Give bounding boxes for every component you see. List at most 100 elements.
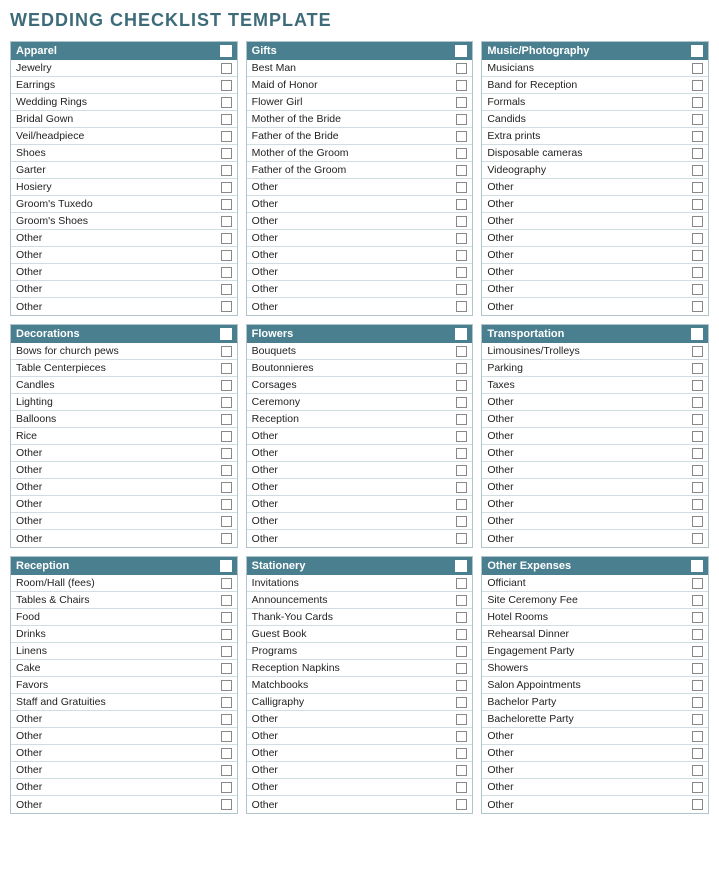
- item-checkbox[interactable]: [692, 680, 703, 691]
- item-checkbox[interactable]: [456, 165, 467, 176]
- item-checkbox[interactable]: [456, 612, 467, 623]
- item-checkbox[interactable]: [456, 267, 467, 278]
- item-checkbox[interactable]: [692, 499, 703, 510]
- item-checkbox[interactable]: [456, 646, 467, 657]
- item-checkbox[interactable]: [456, 182, 467, 193]
- item-checkbox[interactable]: [456, 663, 467, 674]
- item-checkbox[interactable]: [221, 63, 232, 74]
- section-checkbox-stationery[interactable]: [455, 560, 467, 572]
- item-checkbox[interactable]: [692, 731, 703, 742]
- item-checkbox[interactable]: [221, 714, 232, 725]
- item-checkbox[interactable]: [456, 414, 467, 425]
- item-checkbox[interactable]: [221, 131, 232, 142]
- item-checkbox[interactable]: [456, 465, 467, 476]
- item-checkbox[interactable]: [221, 148, 232, 159]
- item-checkbox[interactable]: [456, 731, 467, 742]
- item-checkbox[interactable]: [456, 578, 467, 589]
- item-checkbox[interactable]: [692, 765, 703, 776]
- item-checkbox[interactable]: [692, 346, 703, 357]
- item-checkbox[interactable]: [692, 595, 703, 606]
- item-checkbox[interactable]: [221, 578, 232, 589]
- item-checkbox[interactable]: [456, 131, 467, 142]
- item-checkbox[interactable]: [221, 448, 232, 459]
- item-checkbox[interactable]: [456, 284, 467, 295]
- item-checkbox[interactable]: [221, 646, 232, 657]
- section-checkbox-reception[interactable]: [220, 560, 232, 572]
- item-checkbox[interactable]: [456, 595, 467, 606]
- item-checkbox[interactable]: [221, 765, 232, 776]
- section-checkbox-apparel[interactable]: [220, 45, 232, 57]
- item-checkbox[interactable]: [221, 301, 232, 312]
- item-checkbox[interactable]: [221, 499, 232, 510]
- item-checkbox[interactable]: [456, 748, 467, 759]
- item-checkbox[interactable]: [456, 199, 467, 210]
- item-checkbox[interactable]: [692, 448, 703, 459]
- item-checkbox[interactable]: [692, 63, 703, 74]
- item-checkbox[interactable]: [456, 63, 467, 74]
- section-checkbox-gifts[interactable]: [455, 45, 467, 57]
- item-checkbox[interactable]: [221, 114, 232, 125]
- item-checkbox[interactable]: [456, 380, 467, 391]
- item-checkbox[interactable]: [456, 697, 467, 708]
- section-checkbox-flowers[interactable]: [455, 328, 467, 340]
- item-checkbox[interactable]: [456, 97, 467, 108]
- item-checkbox[interactable]: [221, 697, 232, 708]
- item-checkbox[interactable]: [692, 799, 703, 810]
- item-checkbox[interactable]: [456, 80, 467, 91]
- item-checkbox[interactable]: [221, 284, 232, 295]
- item-checkbox[interactable]: [456, 301, 467, 312]
- item-checkbox[interactable]: [692, 131, 703, 142]
- item-checkbox[interactable]: [221, 233, 232, 244]
- item-checkbox[interactable]: [692, 301, 703, 312]
- item-checkbox[interactable]: [221, 346, 232, 357]
- item-checkbox[interactable]: [456, 714, 467, 725]
- item-checkbox[interactable]: [456, 233, 467, 244]
- item-checkbox[interactable]: [221, 748, 232, 759]
- item-checkbox[interactable]: [692, 482, 703, 493]
- item-checkbox[interactable]: [221, 80, 232, 91]
- item-checkbox[interactable]: [221, 731, 232, 742]
- item-checkbox[interactable]: [456, 782, 467, 793]
- item-checkbox[interactable]: [692, 216, 703, 227]
- section-checkbox-transportation[interactable]: [691, 328, 703, 340]
- item-checkbox[interactable]: [221, 595, 232, 606]
- item-checkbox[interactable]: [692, 465, 703, 476]
- item-checkbox[interactable]: [692, 233, 703, 244]
- item-checkbox[interactable]: [692, 516, 703, 527]
- item-checkbox[interactable]: [692, 199, 703, 210]
- item-checkbox[interactable]: [456, 397, 467, 408]
- item-checkbox[interactable]: [221, 363, 232, 374]
- item-checkbox[interactable]: [692, 578, 703, 589]
- item-checkbox[interactable]: [221, 533, 232, 544]
- item-checkbox[interactable]: [221, 663, 232, 674]
- item-checkbox[interactable]: [456, 765, 467, 776]
- item-checkbox[interactable]: [221, 250, 232, 261]
- item-checkbox[interactable]: [692, 646, 703, 657]
- item-checkbox[interactable]: [456, 250, 467, 261]
- item-checkbox[interactable]: [692, 284, 703, 295]
- item-checkbox[interactable]: [221, 431, 232, 442]
- item-checkbox[interactable]: [221, 216, 232, 227]
- item-checkbox[interactable]: [692, 397, 703, 408]
- section-checkbox-music-photography[interactable]: [691, 45, 703, 57]
- item-checkbox[interactable]: [221, 414, 232, 425]
- item-checkbox[interactable]: [456, 114, 467, 125]
- item-checkbox[interactable]: [692, 363, 703, 374]
- item-checkbox[interactable]: [221, 465, 232, 476]
- section-checkbox-other-expenses[interactable]: [691, 560, 703, 572]
- item-checkbox[interactable]: [692, 533, 703, 544]
- item-checkbox[interactable]: [692, 267, 703, 278]
- item-checkbox[interactable]: [692, 165, 703, 176]
- item-checkbox[interactable]: [456, 431, 467, 442]
- item-checkbox[interactable]: [221, 782, 232, 793]
- item-checkbox[interactable]: [221, 267, 232, 278]
- item-checkbox[interactable]: [221, 629, 232, 640]
- item-checkbox[interactable]: [692, 414, 703, 425]
- item-checkbox[interactable]: [692, 612, 703, 623]
- item-checkbox[interactable]: [456, 629, 467, 640]
- item-checkbox[interactable]: [692, 380, 703, 391]
- section-checkbox-decorations[interactable]: [220, 328, 232, 340]
- item-checkbox[interactable]: [221, 397, 232, 408]
- item-checkbox[interactable]: [456, 482, 467, 493]
- item-checkbox[interactable]: [221, 182, 232, 193]
